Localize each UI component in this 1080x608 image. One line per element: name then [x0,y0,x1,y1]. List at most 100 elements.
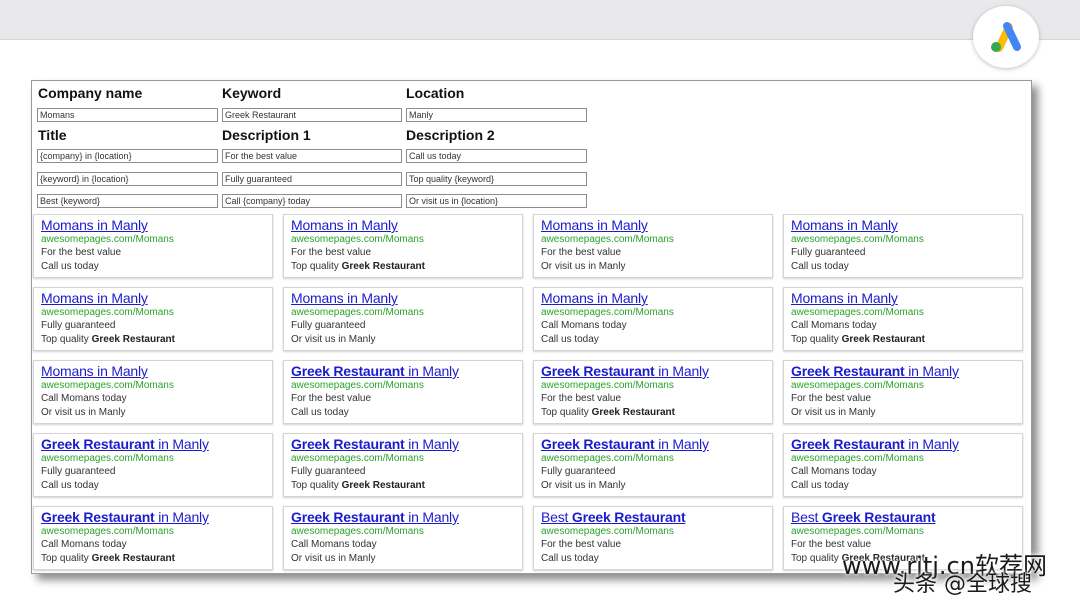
ad-display-url: awesomepages.com/Momans [41,453,174,464]
ad-display-url: awesomepages.com/Momans [291,453,424,464]
ad-preview: Momans in Manly awesomepages.com/Momans … [533,287,773,351]
ad-display-url: awesomepages.com/Momans [791,526,924,537]
ad-description-line: Or visit us in Manly [541,261,626,272]
ad-display-url: awesomepages.com/Momans [41,307,174,318]
ad-title-link[interactable]: Momans in Manly [41,217,272,233]
ad-title-link[interactable]: Momans in Manly [791,217,1022,233]
ad-display-url: awesomepages.com/Momans [791,453,924,464]
title-field[interactable]: {keyword} in {location} [37,172,218,186]
ad-description-line: Call Momans today [41,539,127,550]
ad-description-line: Call us today [541,553,599,564]
ad-display-url: awesomepages.com/Momans [291,526,424,537]
keyword-field[interactable]: Greek Restaurant [222,108,402,122]
title-field[interactable]: {company} in {location} [37,149,218,163]
ad-description-line: Or visit us in Manly [791,407,876,418]
ad-description-line: For the best value [41,247,122,258]
watermark-author-text: 头条 @全球搜 [893,572,1032,597]
ad-title-link[interactable]: Best Greek Restaurant [541,509,772,525]
ad-display-url: awesomepages.com/Momans [291,380,424,391]
ad-description-line: Or visit us in Manly [291,334,376,345]
google-ads-logo-icon [973,6,1039,68]
ad-display-url: awesomepages.com/Momans [541,526,674,537]
ad-preview: Momans in Manly awesomepages.com/Momans … [783,214,1023,278]
ad-description-line: Or visit us in Manly [41,407,126,418]
ad-preview: Greek Restaurant in Manly awesomepages.c… [783,360,1023,424]
description1-field[interactable]: Call {company} today [222,194,402,208]
ad-title-link[interactable]: Momans in Manly [41,290,272,306]
ad-display-url: awesomepages.com/Momans [791,234,924,245]
ad-title-link[interactable]: Greek Restaurant in Manly [541,363,772,379]
ad-preview: Greek Restaurant in Manly awesomepages.c… [283,433,523,497]
ad-title-link[interactable]: Best Greek Restaurant [791,509,1022,525]
ad-description-line: Call Momans today [41,393,127,404]
ad-description-line: Fully guaranteed [41,466,116,477]
company-name-field[interactable]: Momans [37,108,218,122]
ad-description-line: Top quality Greek Restaurant [41,553,175,564]
ad-title-link[interactable]: Greek Restaurant in Manly [41,509,272,525]
ad-description-line: Top quality Greek Restaurant [791,334,925,345]
keyword-label: Keyword [222,85,282,101]
ad-display-url: awesomepages.com/Momans [541,453,674,464]
description2-field[interactable]: Or visit us in {location} [406,194,587,208]
ad-description-line: Call us today [41,480,99,491]
ad-preview: Greek Restaurant in Manly awesomepages.c… [33,433,273,497]
location-field[interactable]: Manly [406,108,587,122]
ad-preview: Momans in Manly awesomepages.com/Momans … [33,287,273,351]
description1-field[interactable]: For the best value [222,149,402,163]
ad-preview: Greek Restaurant in Manly awesomepages.c… [533,433,773,497]
ad-display-url: awesomepages.com/Momans [541,307,674,318]
title-label: Title [38,127,67,143]
ad-preview: Momans in Manly awesomepages.com/Momans … [783,287,1023,351]
ad-display-url: awesomepages.com/Momans [541,234,674,245]
ad-display-url: awesomepages.com/Momans [291,307,424,318]
ad-description-line: Fully guaranteed [41,320,116,331]
ad-title-link[interactable]: Greek Restaurant in Manly [791,363,1022,379]
ad-description-line: Call Momans today [791,320,877,331]
ad-title-link[interactable]: Momans in Manly [41,363,272,379]
ad-preview: Greek Restaurant in Manly awesomepages.c… [783,433,1023,497]
ad-title-link[interactable]: Greek Restaurant in Manly [41,436,272,452]
ad-description-line: Or visit us in Manly [291,553,376,564]
ad-generator-panel: Company name Keyword Location Momans Gre… [31,80,1032,574]
ad-title-link[interactable]: Momans in Manly [541,217,772,233]
ad-display-url: awesomepages.com/Momans [791,307,924,318]
ad-description-line: Call Momans today [541,320,627,331]
ad-description-line: Top quality Greek Restaurant [291,480,425,491]
ad-description-line: Call us today [41,261,99,272]
ad-description-line: For the best value [541,247,622,258]
ad-description-line: For the best value [541,539,622,550]
ad-title-link[interactable]: Momans in Manly [291,290,522,306]
ad-description-line: Call Momans today [791,466,877,477]
ad-preview: Momans in Manly awesomepages.com/Momans … [33,360,273,424]
description2-field[interactable]: Top quality {keyword} [406,172,587,186]
ad-description-line: Top quality Greek Restaurant [541,407,675,418]
ad-title-link[interactable]: Greek Restaurant in Manly [291,436,522,452]
ad-title-link[interactable]: Momans in Manly [291,217,522,233]
ad-preview: Greek Restaurant in Manly awesomepages.c… [33,506,273,570]
ad-description-line: Call Momans today [291,539,377,550]
ad-display-url: awesomepages.com/Momans [291,234,424,245]
ad-title-link[interactable]: Greek Restaurant in Manly [291,363,522,379]
ad-preview: Momans in Manly awesomepages.com/Momans … [33,214,273,278]
ad-title-link[interactable]: Momans in Manly [541,290,772,306]
ad-description-line: Call us today [791,261,849,272]
ad-preview: Momans in Manly awesomepages.com/Momans … [283,287,523,351]
ad-display-url: awesomepages.com/Momans [41,234,174,245]
ad-description-line: For the best value [291,247,372,258]
ad-title-link[interactable]: Greek Restaurant in Manly [791,436,1022,452]
description2-label: Description 2 [406,127,495,143]
ad-title-link[interactable]: Momans in Manly [791,290,1022,306]
ad-description-line: Call us today [291,407,349,418]
description1-label: Description 1 [222,127,311,143]
location-label: Location [406,85,465,101]
ad-display-url: awesomepages.com/Momans [41,526,174,537]
ad-description-line: For the best value [291,393,372,404]
description2-field[interactable]: Call us today [406,149,587,163]
ad-title-link[interactable]: Greek Restaurant in Manly [541,436,772,452]
description1-field[interactable]: Fully guaranteed [222,172,402,186]
ad-title-link[interactable]: Greek Restaurant in Manly [291,509,522,525]
ad-preview: Best Greek Restaurant awesomepages.com/M… [533,506,773,570]
title-field[interactable]: Best {keyword} [37,194,218,208]
ad-description-line: Top quality Greek Restaurant [291,261,425,272]
ad-description-line: Fully guaranteed [791,247,866,258]
